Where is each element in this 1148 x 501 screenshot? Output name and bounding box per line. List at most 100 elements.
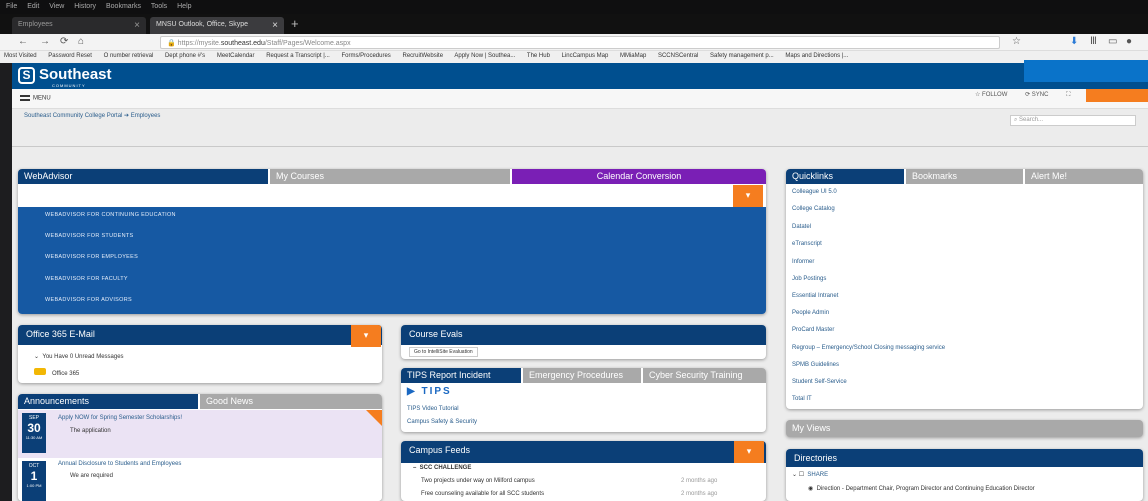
tab-announcements[interactable]: Announcements	[18, 394, 198, 409]
bookmark-item[interactable]: Forms/Procedures	[341, 53, 390, 59]
new-tab-icon[interactable]: +	[291, 16, 299, 31]
focus-icon[interactable]: ⛶	[1066, 92, 1070, 98]
bookmark-star-icon[interactable]: ☆	[1012, 36, 1021, 47]
home-icon[interactable]: ⌂	[78, 36, 84, 47]
reload-icon[interactable]: ⟳	[60, 36, 68, 47]
close-icon[interactable]: ×	[272, 20, 278, 31]
library-icon[interactable]: Ⅲ	[1090, 36, 1097, 47]
bookmark-item[interactable]: Maps and Directions |...	[785, 53, 848, 59]
feed-group[interactable]: – SCC CHALLENGE	[413, 465, 471, 471]
search-input[interactable]: ⌕ Search...	[1010, 115, 1136, 126]
quicklink[interactable]: Essential Intranet	[792, 293, 838, 299]
menu-button[interactable]: MENU	[20, 95, 51, 102]
bookmark-item[interactable]: O number retrieval	[104, 53, 154, 59]
back-icon[interactable]: ←	[18, 36, 28, 47]
tab-my-courses[interactable]: My Courses	[270, 169, 510, 184]
course-evals-link[interactable]: Go to IntelliSite Evaluation	[409, 347, 478, 357]
bookmark-item[interactable]: MMiaMap	[620, 53, 646, 59]
sidebar-icon[interactable]: ▭	[1108, 36, 1117, 47]
bookmark-item[interactable]: RecruitWebsite	[402, 53, 443, 59]
tab-cyber-security[interactable]: Cyber Security Training	[643, 368, 766, 383]
bookmark-item[interactable]: The Hub	[527, 53, 550, 59]
site-logo[interactable]: SSoutheast COMMUNITY COLLEGE	[18, 66, 112, 93]
bookmark-item[interactable]: Request a Transcript |...	[266, 53, 330, 59]
webadvisor-link[interactable]: WEBADVISOR FOR CONTINUING EDUCATION	[45, 212, 176, 218]
bookmark-item[interactable]: Most Visited	[4, 53, 37, 59]
account-icon[interactable]: ●	[1126, 36, 1132, 47]
course-evals-panel: Course Evals Go to IntelliSite Evaluatio…	[401, 325, 766, 359]
tab-quicklinks[interactable]: Quicklinks	[786, 169, 904, 184]
menu-view[interactable]: View	[49, 3, 64, 10]
tab-alert-me[interactable]: Alert Me!	[1025, 169, 1143, 184]
menu-edit[interactable]: Edit	[27, 3, 39, 10]
my-views-panel[interactable]: My Views	[786, 420, 1143, 437]
date-day: 30	[27, 421, 41, 435]
bookmark-item[interactable]: SCCNSCentral	[658, 53, 698, 59]
quicklink[interactable]: SPMB Guidelines	[792, 362, 839, 368]
bookmark-item[interactable]: Apply Now | Southea...	[454, 53, 515, 59]
menu-history[interactable]: History	[74, 3, 96, 10]
directories-group[interactable]: ⌄ ☐ SHARE	[792, 471, 828, 478]
menu-help[interactable]: Help	[177, 3, 191, 10]
quicklink[interactable]: Regroup – Emergency/School Closing messa…	[792, 345, 945, 351]
tab-webadvisor[interactable]: WebAdvisor	[18, 169, 268, 184]
feed-item-text[interactable]: Two projects under way on Milford campus	[421, 478, 535, 484]
bookmark-item[interactable]: Password Reset	[48, 53, 92, 59]
bookmark-item[interactable]: MeetCalendar	[217, 53, 255, 59]
quicklink[interactable]: Total IT	[792, 396, 812, 402]
tab-good-news[interactable]: Good News	[200, 394, 382, 409]
forward-icon[interactable]: →	[40, 36, 50, 47]
feed-item-text[interactable]: Free counseling available for all SCC st…	[421, 491, 544, 497]
announcement-title[interactable]: Apply NOW for Spring Semester Scholarshi…	[58, 415, 182, 421]
quicklink[interactable]: Informer	[792, 259, 814, 265]
browser-tab-employees[interactable]: Employees ×	[12, 17, 146, 34]
quicklink[interactable]: Datatel	[792, 224, 811, 230]
url-domain: southeast.edu	[220, 40, 265, 47]
office365-dropdown-button[interactable]: ▾	[351, 325, 381, 347]
bookmark-item[interactable]: Dept phone #'s	[165, 53, 205, 59]
close-icon[interactable]: ×	[134, 20, 140, 31]
tab-bookmarks[interactable]: Bookmarks	[906, 169, 1023, 184]
webadvisor-link[interactable]: WEBADVISOR FOR STUDENTS	[45, 233, 134, 239]
tab-tips-report[interactable]: TIPS Report Incident	[401, 368, 521, 383]
orange-action-button[interactable]	[1086, 89, 1148, 102]
announcement-title[interactable]: Annual Disclosure to Students and Employ…	[58, 461, 181, 467]
webadvisor-link[interactable]: WEBADVISOR FOR ADVISORS	[45, 297, 132, 303]
announcement-item[interactable]: SEP 30 11:30 AM Apply NOW for Spring Sem…	[18, 410, 382, 458]
announcement-item[interactable]: OCT 1 1:00 PM Annual Disclosure to Stude…	[18, 458, 382, 501]
webadvisor-link[interactable]: WEBADVISOR FOR FACULTY	[45, 276, 128, 282]
tips-video-link[interactable]: TIPS Video Tutorial	[407, 406, 459, 412]
follow-button[interactable]: ☆ FOLLOW	[975, 92, 1015, 98]
tips-panel: TIPS Report Incident Emergency Procedure…	[401, 368, 766, 432]
quicklink[interactable]: College Catalog	[792, 206, 835, 212]
browser-tab-mnsu[interactable]: MNSU Outlook, Office, Skype ×	[150, 17, 284, 34]
url-bar[interactable]: 🔒 https://mysite.southeast.edu/Staff/Pag…	[160, 36, 1000, 49]
course-evals-title: Course Evals	[401, 325, 766, 345]
lock-icon: 🔒	[167, 40, 178, 47]
webadvisor-link[interactable]: WEBADVISOR FOR EMPLOYEES	[45, 254, 138, 260]
webadvisor-dropdown-button[interactable]: ▾	[733, 185, 763, 207]
breadcrumb[interactable]: Southeast Community College Portal ➔ Emp…	[24, 112, 160, 119]
tab-emergency-procedures[interactable]: Emergency Procedures	[523, 368, 641, 383]
quicklink[interactable]: eTranscript	[792, 241, 822, 247]
campus-safety-link[interactable]: Campus Safety & Security	[407, 419, 477, 425]
campus-feeds-dropdown-button[interactable]: ▾	[734, 441, 764, 463]
menu-bookmarks[interactable]: Bookmarks	[106, 3, 141, 10]
date-time: 1:00 PM	[26, 483, 42, 488]
quicklink[interactable]: Student Self-Service	[792, 379, 847, 385]
sync-button[interactable]: ⟳ SYNC	[1025, 92, 1056, 98]
bookmark-item[interactable]: LincCampus Map	[562, 53, 609, 59]
directories-item[interactable]: ◉ Direction - Department Chair, Program …	[808, 485, 1035, 492]
menu-file[interactable]: File	[6, 3, 17, 10]
quicklink[interactable]: Colleague UI 5.0	[792, 189, 837, 195]
office365-link[interactable]: Office 365	[34, 368, 79, 377]
quicklink[interactable]: People Admin	[792, 310, 829, 316]
download-icon[interactable]: ⬇	[1070, 36, 1078, 47]
bookmark-item[interactable]: Safety management p...	[710, 53, 774, 59]
quicklink[interactable]: ProCard Master	[792, 327, 834, 333]
menu-tools[interactable]: Tools	[151, 3, 167, 10]
tab-calendar-conversion[interactable]: Calendar Conversion	[512, 169, 766, 184]
tips-logo[interactable]: ▶ TIPS	[407, 386, 452, 397]
quicklink[interactable]: Job Postings	[792, 276, 826, 282]
feed-item-age: 2 months ago	[681, 491, 718, 497]
